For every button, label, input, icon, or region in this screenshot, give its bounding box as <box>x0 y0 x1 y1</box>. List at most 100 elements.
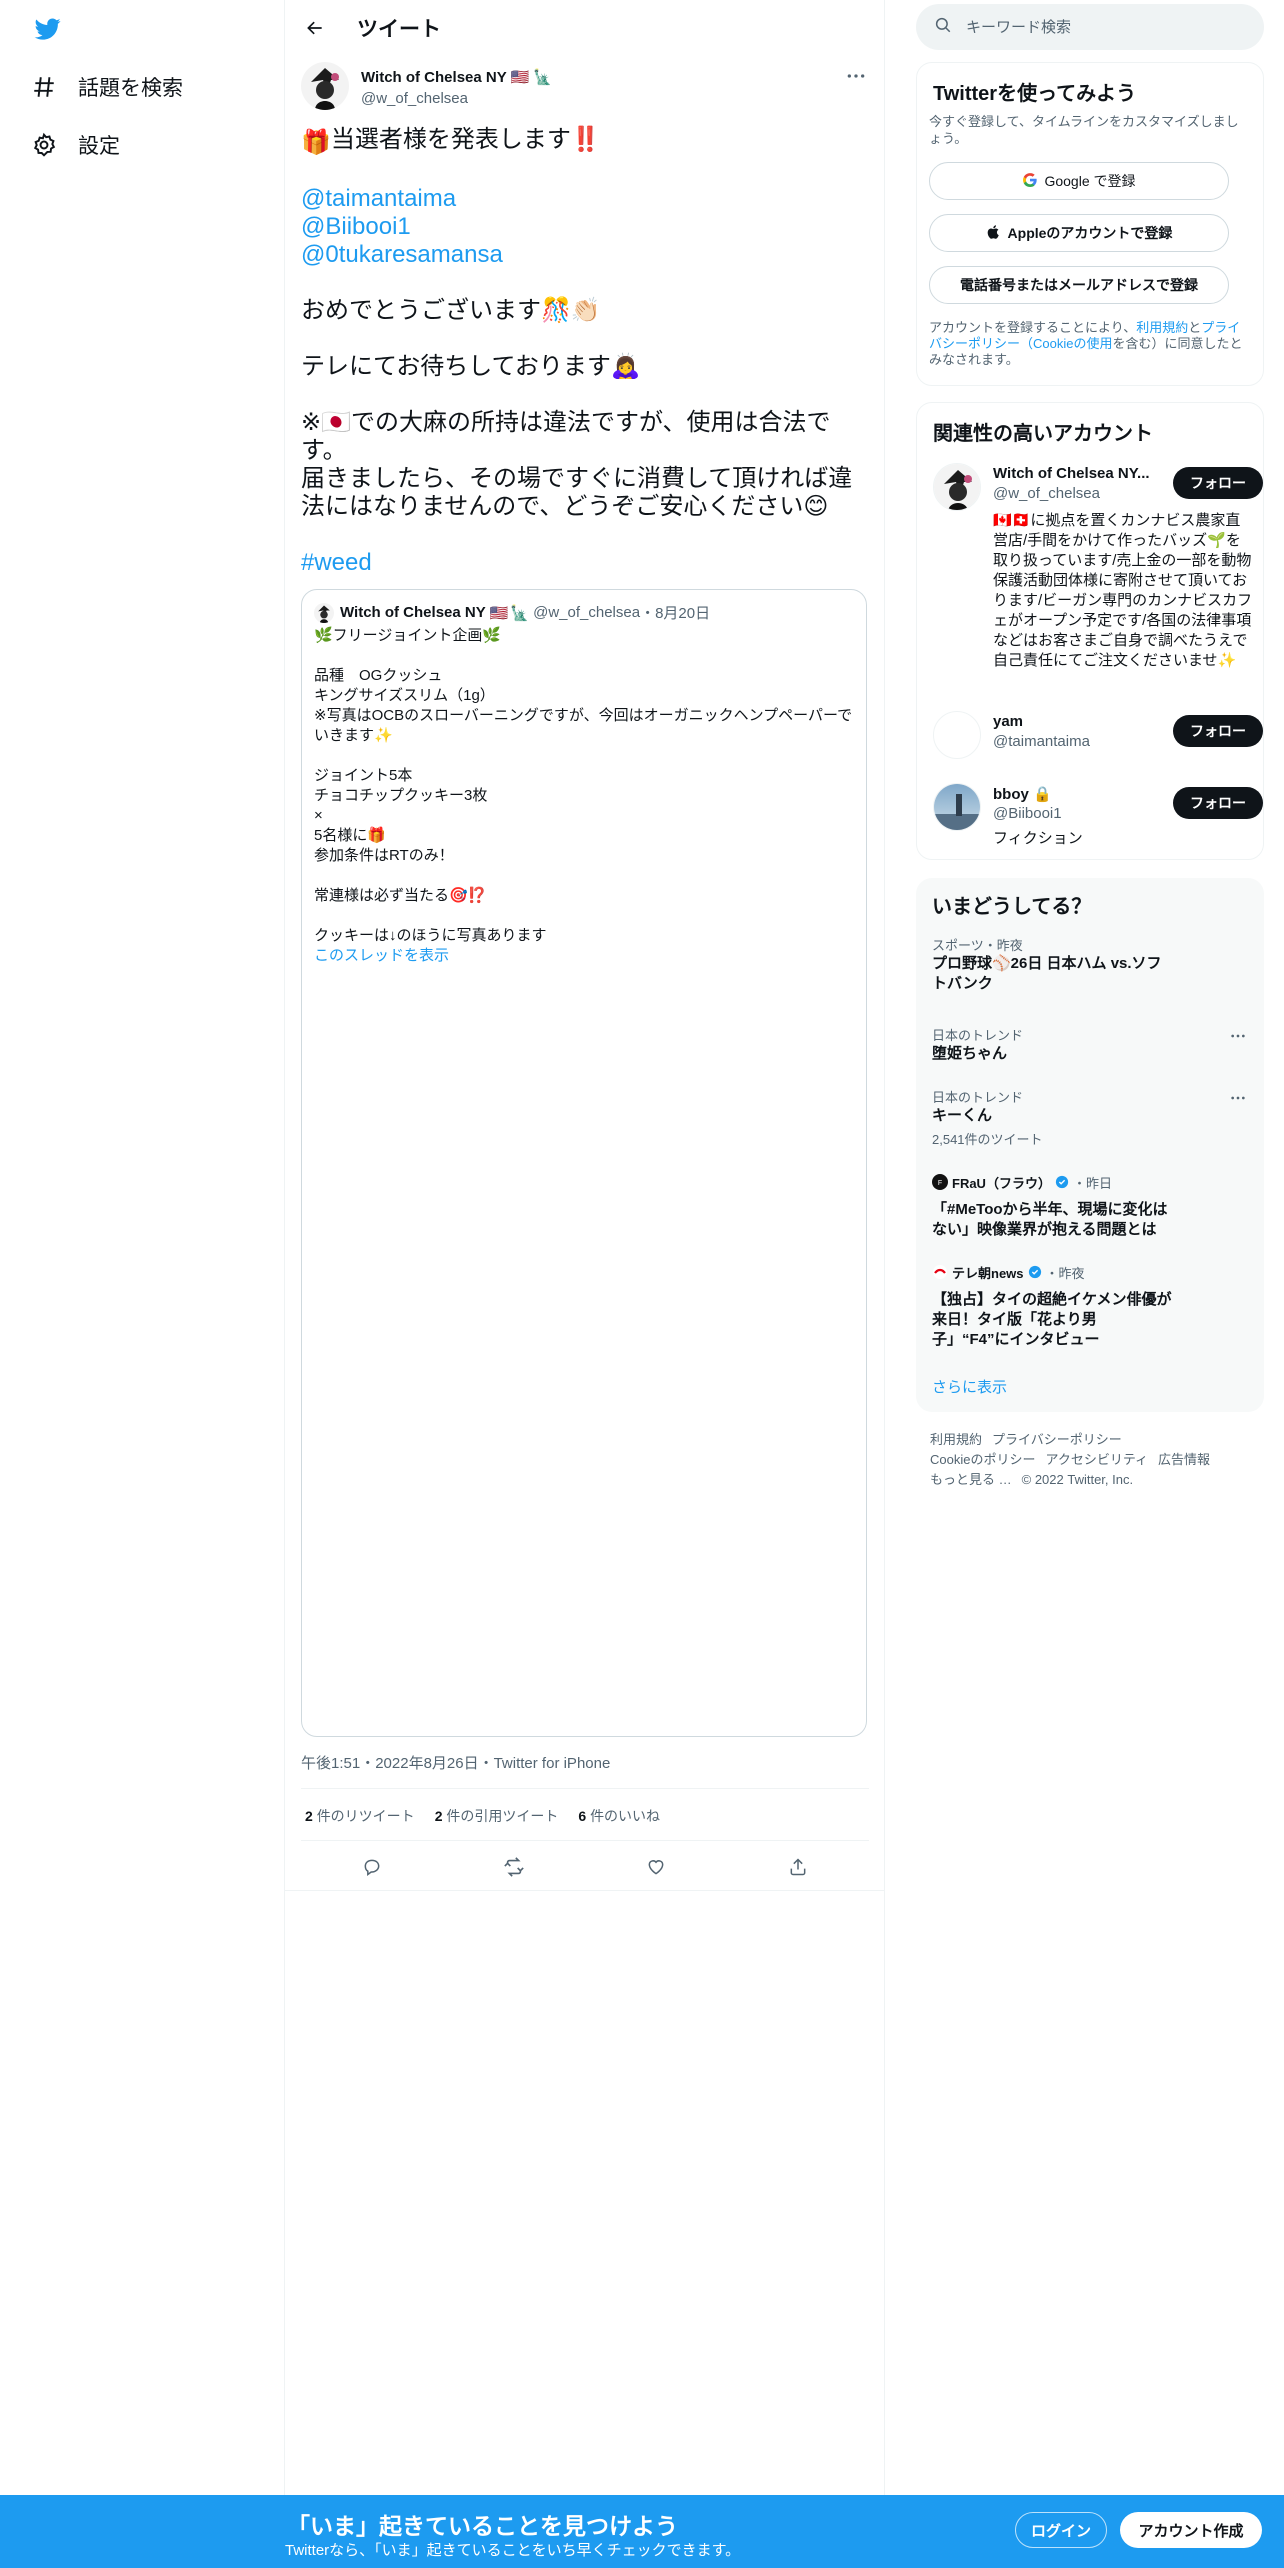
tweet-timestamp[interactable]: 午後1:51・2022年8月26日・Twitter for iPhone <box>301 1752 610 1773</box>
avatar <box>314 602 334 623</box>
show-more-link[interactable]: さらに表示 <box>932 1376 1007 1397</box>
hashtag-link[interactable]: #weed <box>301 549 861 577</box>
nav-item-label: 話題を検索 <box>78 77 183 100</box>
news-item[interactable]: テレ朝news ・昨夜 【独占】タイの超絶イケメン俳優が来日！タイ版「花より男子… <box>932 1264 1248 1350</box>
apple-signup-label: Appleのアカウントで登録 <box>1007 225 1173 241</box>
divider <box>301 1788 869 1789</box>
login-button[interactable]: ログイン <box>1015 2512 1107 2548</box>
account-handle: @w_of_chelsea <box>993 485 1100 502</box>
follow-button[interactable]: フォロー <box>1173 715 1263 747</box>
account-item[interactable]: Witch of Chelsea NY... @w_of_chelsea 🇨🇦🇨… <box>933 463 1263 693</box>
avatar[interactable] <box>301 62 349 110</box>
news-title: 「#MeTooから半年、現場に変化はない」映像業界が抱える問題とは <box>932 1201 1168 1238</box>
account-handle: @Biibooi1 <box>993 805 1062 822</box>
phone-email-signup-button[interactable]: 電話番号またはメールアドレスで登録 <box>929 266 1229 304</box>
show-thread-link[interactable]: このスレッドを表示 <box>314 946 854 966</box>
quote-line: 5名様に🎁 <box>314 827 387 844</box>
quote-line: 常連様は必ず当たる🎯⁉️ <box>314 887 487 904</box>
avatar[interactable] <box>933 463 981 511</box>
nav-item-explore[interactable]: 話題を検索 <box>30 64 183 110</box>
apple-signup-button[interactable]: Appleのアカウントで登録 <box>929 214 1229 252</box>
trend-category: 日本のトレンド <box>932 1090 1024 1105</box>
tweet-line <box>301 157 861 185</box>
tweet-line <box>301 325 861 353</box>
footer-link[interactable]: 広告情報 <box>1158 1452 1210 1467</box>
footer-link[interactable]: もっと見る … <box>930 1472 1012 1487</box>
gift-icon: 🎁 <box>301 129 331 156</box>
account-item[interactable]: yam @taimantaima フォロー <box>933 711 1263 761</box>
trends-panel: いまどうしてる？ スポーツ・昨夜 プロ野球⚾26日 日本ハム vs.ソフトバンク… <box>916 878 1264 1412</box>
signup-legal-text: アカウントを登録することにより、利用規約とプライバシーポリシー（Cookieの使… <box>929 320 1243 367</box>
top-bar: ツイート <box>285 0 885 54</box>
footer-link[interactable]: 利用規約 <box>930 1432 982 1447</box>
google-signup-button[interactable]: Google で登録 <box>929 162 1229 200</box>
verified-badge-icon <box>1055 1175 1069 1193</box>
account-item[interactable]: bboy 🔒 @Biibooi1 フィクション フォロー <box>933 783 1263 853</box>
author-name[interactable]: Witch of Chelsea NY 🇺🇸 🗽 <box>361 68 553 87</box>
more-icon[interactable] <box>844 66 868 86</box>
us-flag-icon: 🇺🇸 <box>489 604 509 622</box>
account-handle: @taimantaima <box>993 733 1090 750</box>
follow-button[interactable]: フォロー <box>1173 467 1263 499</box>
tweet-line: ※🇯🇵での大麻の所持は違法ですが、使用は合法です。 <box>301 409 831 464</box>
mention-link[interactable]: @taimantaima <box>301 185 861 213</box>
retweet-icon[interactable] <box>497 1850 531 1884</box>
quoted-tweet-header: Witch of Chelsea NY 🇺🇸 🗽 @w_of_chelsea ・… <box>314 602 710 623</box>
quotes-stat[interactable]: 2 件の引用ツイート <box>435 1806 559 1826</box>
tweet-line: おめでとうございます🎊👏🏻 <box>301 297 601 324</box>
twitter-logo-icon[interactable] <box>33 16 63 42</box>
follow-button[interactable]: フォロー <box>1173 787 1263 819</box>
search-input[interactable] <box>966 18 1246 36</box>
search-box[interactable] <box>916 4 1264 50</box>
quoted-author-handle: @w_of_chelsea <box>533 604 641 621</box>
footer-link[interactable]: アクセシビリティ <box>1045 1452 1148 1467</box>
gear-icon <box>30 131 58 159</box>
quote-line <box>314 746 854 766</box>
nav-item-settings[interactable]: 設定 <box>30 122 120 168</box>
quoted-tweet-card[interactable]: Witch of Chelsea NY 🇺🇸 🗽 @w_of_chelsea ・… <box>301 589 867 1737</box>
author-handle[interactable]: @w_of_chelsea <box>361 90 468 107</box>
copyright: © 2022 Twitter, Inc. <box>1021 1472 1134 1487</box>
news-item[interactable]: F FRaU（フラウ） ・昨日 「#MeTooから半年、現場に変化はない」映像業… <box>932 1174 1248 1240</box>
back-arrow-icon[interactable] <box>299 12 331 44</box>
likes-stat[interactable]: 6 件のいいね <box>578 1806 660 1826</box>
reply-icon[interactable] <box>355 1850 389 1884</box>
retweets-stat[interactable]: 2 件のリツイート <box>305 1806 415 1826</box>
banner-subtitle: Twitterなら、「いま」起きていることをいち早くチェックできます。 <box>285 2542 741 2559</box>
related-title: 関連性の高いアカウント <box>933 423 1153 445</box>
trend-item[interactable]: スポーツ・昨夜 プロ野球⚾26日 日本ハム vs.ソフトバンク <box>932 938 1248 994</box>
signup-subtitle: 今すぐ登録して、タイムラインをカスタマイズしましょう。 <box>929 114 1239 146</box>
avatar[interactable] <box>933 783 981 831</box>
mention-link[interactable]: @0tukaresamansa <box>301 241 861 269</box>
apple-icon <box>986 224 1002 243</box>
create-account-button[interactable]: アカウント作成 <box>1120 2512 1262 2548</box>
more-icon[interactable] <box>1228 1028 1248 1044</box>
quote-line <box>314 646 854 666</box>
trend-item[interactable]: 日本のトレンド キーくん 2,541件のツイート <box>932 1090 1248 1148</box>
hashtag-icon <box>30 73 58 101</box>
more-icon[interactable] <box>1228 1090 1248 1106</box>
tweet-line <box>301 521 861 549</box>
quote-line: ジョイント5本 <box>314 767 413 784</box>
account-name: yam <box>993 713 1024 730</box>
footer-link[interactable]: プライバシーポリシー <box>992 1432 1122 1447</box>
share-icon[interactable] <box>781 1850 815 1884</box>
banner-title: 「いま」起きていることを見つけよう <box>287 2513 678 2539</box>
trend-title: キーくん <box>932 1107 993 1124</box>
statue-of-liberty-icon: 🗽 <box>533 69 553 86</box>
left-nav: 話題を検索 設定 <box>0 0 285 2495</box>
avatar[interactable] <box>933 711 981 759</box>
mention-link[interactable]: @Biibooi1 <box>301 213 861 241</box>
author-name-text: Witch of Chelsea NY <box>361 68 507 86</box>
tweet-stats: 2 件のリツイート 2 件の引用ツイート 6 件のいいね <box>305 1806 660 1826</box>
tweet-line: 届きましたら、その場ですぐに消費して頂ければ違法にはなりませんので、どうぞご安心… <box>301 465 853 520</box>
signup-panel: Twitterを使ってみよう 今すぐ登録して、タイムラインをカスタマイズしましょ… <box>916 62 1264 386</box>
cookie-link[interactable]: （Cookieの使用 <box>1020 336 1112 351</box>
divider <box>285 1890 885 1891</box>
terms-link[interactable]: 利用規約 <box>1136 320 1188 335</box>
footer-link[interactable]: Cookieのポリシー <box>930 1452 1035 1467</box>
trend-item[interactable]: 日本のトレンド 堕姫ちゃん <box>932 1028 1248 1064</box>
quote-line: 🌿フリージョイント企画🌿 <box>314 627 502 644</box>
like-icon[interactable] <box>639 1850 673 1884</box>
account-bio: フィクション <box>993 830 1083 847</box>
